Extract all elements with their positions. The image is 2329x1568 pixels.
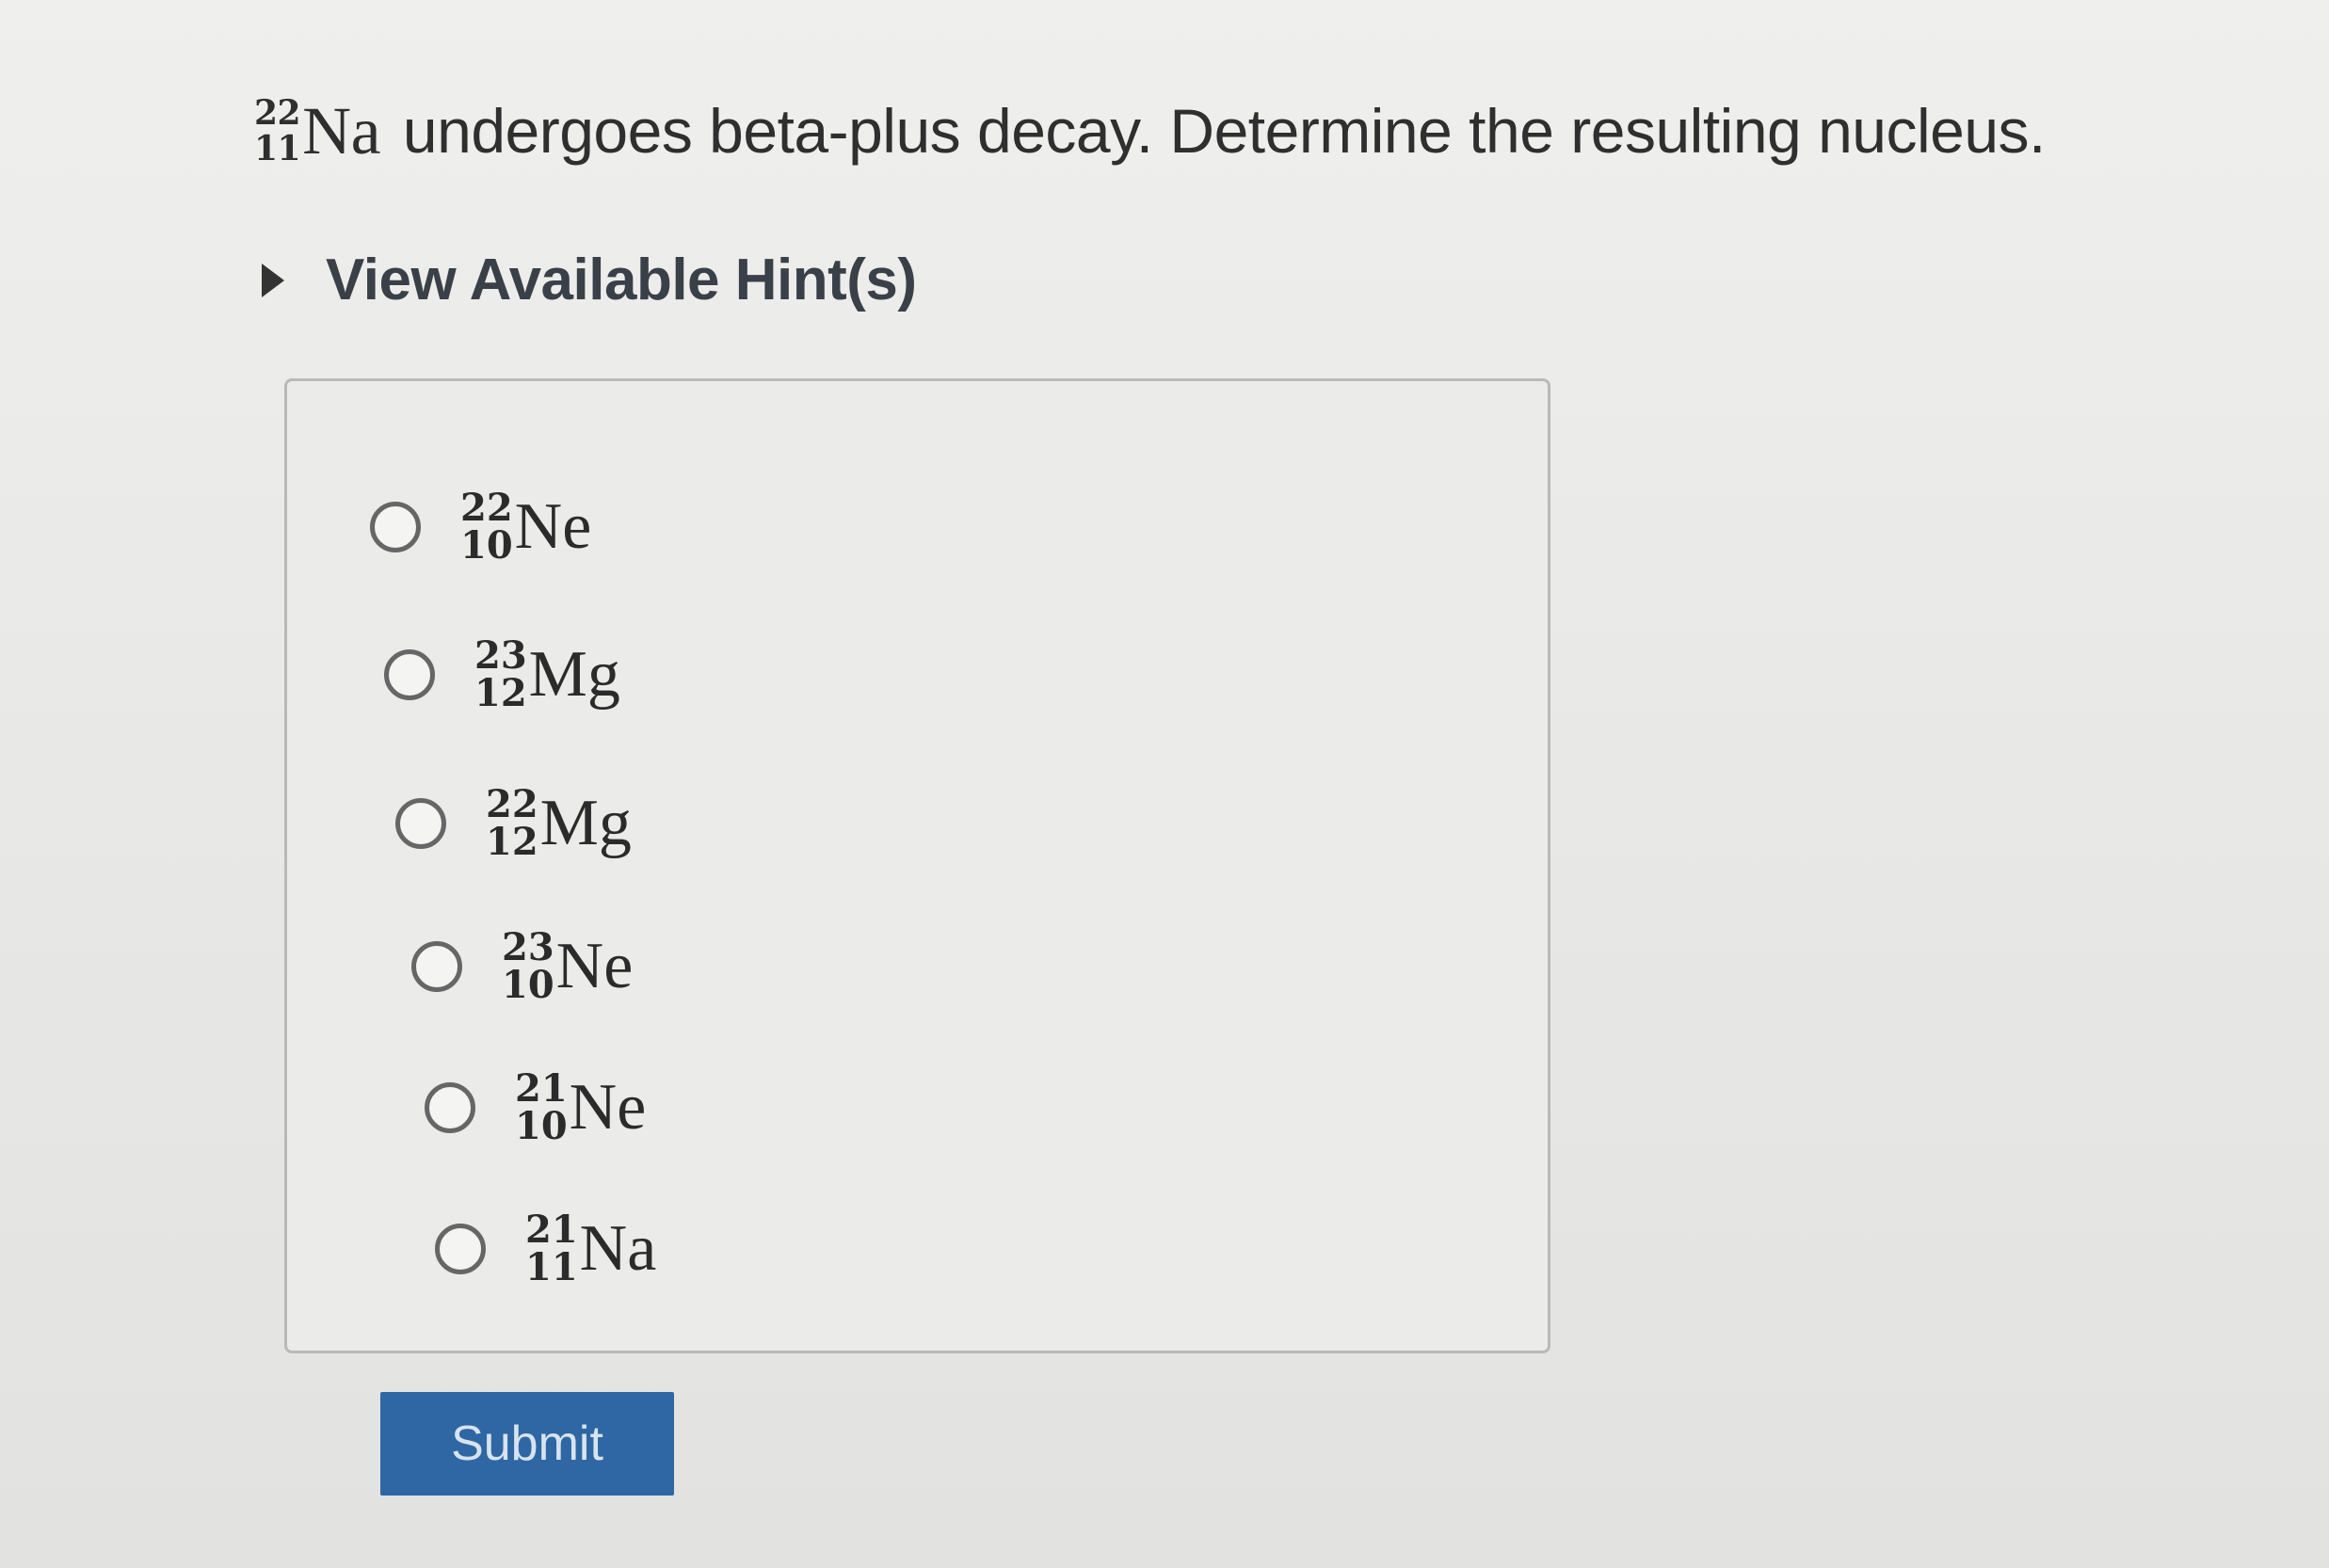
answer-options-panel: 22 10 Ne 23 12 Mg 22 12 Mg 23 10 Ne 21 1… (284, 378, 1550, 1353)
mass-number: 21 (525, 1208, 578, 1252)
option-nuclide-numbers: 21 10 (515, 1070, 568, 1145)
atomic-number: 10 (460, 523, 513, 568)
page: 22 11 Na undergoes beta-plus decay. Dete… (0, 0, 2329, 1568)
atomic-number: 10 (515, 1104, 568, 1148)
radio-button[interactable] (370, 502, 421, 552)
radio-button[interactable] (411, 941, 462, 992)
option-nuclide: 21 10 Ne (515, 1070, 646, 1145)
option-nuclide: 22 10 Ne (460, 489, 591, 565)
radio-button[interactable] (384, 649, 435, 700)
atomic-number: 12 (486, 820, 538, 864)
answer-option-4[interactable]: 23 10 Ne (411, 929, 633, 1004)
submit-button[interactable]: Submit (380, 1392, 674, 1496)
element-symbol: Mg (528, 638, 620, 711)
element-symbol: Mg (539, 787, 632, 859)
question-nuclide: 22 11 Na (254, 92, 381, 168)
mass-number: 22 (486, 782, 538, 826)
answer-option-6[interactable]: 21 11 Na (435, 1211, 656, 1287)
question-nuclide-numbers: 22 11 (254, 92, 301, 168)
answer-option-5[interactable]: 21 10 Ne (425, 1070, 646, 1145)
option-nuclide: 22 12 Mg (486, 786, 632, 861)
option-nuclide-numbers: 22 10 (460, 489, 513, 565)
option-nuclide: 23 12 Mg (474, 637, 620, 712)
radio-button[interactable] (425, 1082, 475, 1133)
element-symbol: Ne (569, 1071, 647, 1144)
view-hints-label: View Available Hint(s) (326, 248, 917, 312)
atomic-number: 10 (502, 963, 554, 1007)
option-nuclide-numbers: 21 11 (525, 1211, 578, 1287)
radio-button[interactable] (395, 798, 446, 849)
mass-number: 21 (515, 1066, 568, 1111)
element-symbol: Na (302, 92, 381, 168)
view-hints-toggle[interactable]: View Available Hint(s) (262, 247, 917, 313)
radio-button[interactable] (435, 1224, 486, 1274)
option-nuclide: 23 10 Ne (502, 929, 633, 1004)
answer-option-1[interactable]: 22 10 Ne (370, 489, 591, 565)
mass-number: 22 (460, 486, 513, 530)
caret-right-icon (262, 263, 284, 297)
option-nuclide-numbers: 22 12 (486, 786, 538, 861)
question-text: undergoes beta-plus decay. Determine the… (402, 95, 2047, 166)
element-symbol: Na (579, 1212, 657, 1285)
answer-option-2[interactable]: 23 12 Mg (384, 637, 620, 712)
atomic-number: 11 (254, 128, 301, 168)
option-nuclide-numbers: 23 12 (474, 637, 527, 712)
mass-number: 22 (254, 92, 301, 133)
element-symbol: Ne (555, 930, 634, 1002)
mass-number: 23 (502, 925, 554, 969)
mass-number: 23 (474, 633, 527, 678)
atomic-number: 11 (525, 1245, 578, 1289)
question-prompt: 22 11 Na undergoes beta-plus decay. Dete… (254, 83, 2046, 173)
element-symbol: Ne (514, 490, 592, 563)
option-nuclide: 21 11 Na (525, 1211, 656, 1287)
option-nuclide-numbers: 23 10 (502, 929, 554, 1004)
atomic-number: 12 (474, 671, 527, 715)
answer-option-3[interactable]: 22 12 Mg (395, 786, 632, 861)
